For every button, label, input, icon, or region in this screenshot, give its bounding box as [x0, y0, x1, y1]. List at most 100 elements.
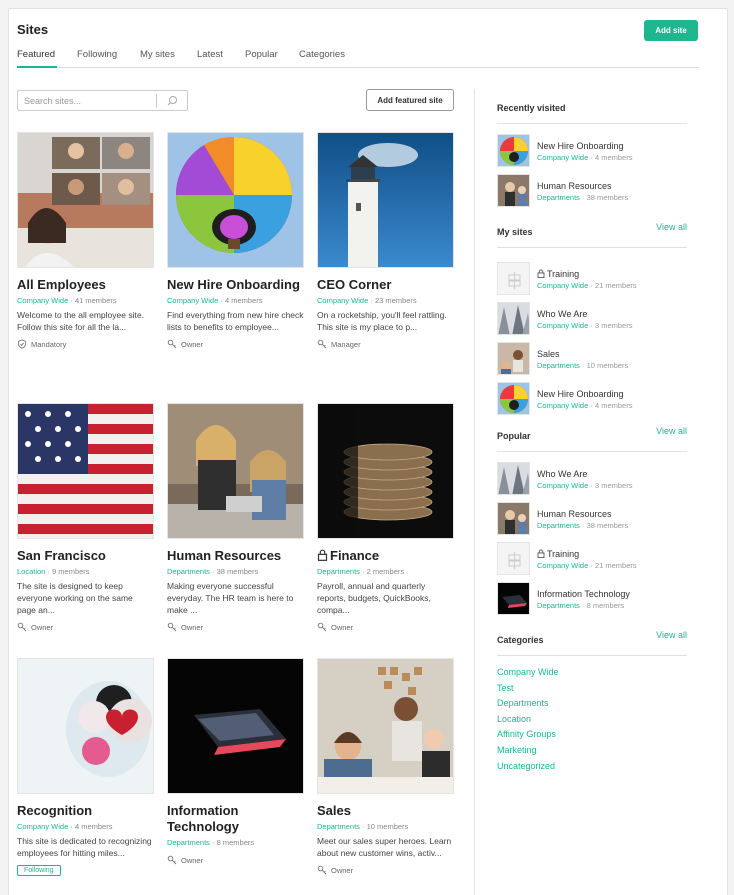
view-all-link[interactable]: View all: [656, 630, 687, 640]
site-card-finance[interactable]: Finance Departments · 2 members Payroll,…: [317, 403, 454, 632]
site-members: 9 members: [52, 567, 90, 576]
site-card-ceo-corner[interactable]: CEO Corner Company Wide · 23 members On …: [317, 132, 454, 349]
site-item-category[interactable]: Departments: [537, 601, 580, 610]
search-divider: [156, 94, 157, 108]
site-item-name[interactable]: Information Technology: [537, 589, 630, 599]
site-item-meta: Departments · 8 members: [537, 601, 625, 610]
site-members: 4 members: [74, 822, 113, 831]
following-badge[interactable]: Following: [17, 865, 61, 876]
site-card-human-resources[interactable]: Human Resources Departments · 38 members…: [167, 403, 304, 632]
site-image-video-call: [17, 132, 154, 268]
site-item-category[interactable]: Departments: [537, 361, 580, 370]
site-card-new-hire-onboarding[interactable]: New Hire Onboarding Company Wide · 4 mem…: [167, 132, 304, 349]
search-input[interactable]: Search sites...: [17, 90, 188, 111]
site-meta: Departments · 10 members: [317, 822, 409, 831]
site-card-recognition[interactable]: Recognition Company Wide · 4 members Thi…: [17, 658, 154, 877]
site-category[interactable]: Departments: [317, 567, 360, 576]
site-list-item[interactable]: New Hire Onboarding Company Wide · 4 mem…: [497, 134, 687, 174]
site-members: 8 members: [216, 838, 255, 847]
site-item-name[interactable]: Who We Are: [537, 469, 587, 479]
site-list-item[interactable]: Training Company Wide · 21 members: [497, 262, 687, 302]
site-name[interactable]: CEO Corner: [317, 277, 454, 293]
search-placeholder: Search sites...: [24, 96, 82, 106]
site-role-label: Owner: [181, 622, 204, 632]
site-name[interactable]: Human Resources: [167, 548, 304, 564]
section-rule: [497, 451, 687, 452]
tab-following[interactable]: Following: [77, 49, 117, 60]
site-name[interactable]: San Francisco: [17, 548, 154, 564]
site-name[interactable]: All Employees: [17, 277, 154, 293]
site-item-meta: Company Wide · 3 members: [537, 321, 633, 330]
site-list-item[interactable]: Sales Departments · 10 members: [497, 342, 687, 382]
site-item-name-text: Training: [547, 269, 580, 279]
site-card-san-francisco[interactable]: San Francisco Location · 9 members The s…: [17, 403, 154, 632]
add-site-button[interactable]: Add site: [644, 20, 698, 41]
site-category[interactable]: Departments: [167, 838, 210, 847]
site-item-category[interactable]: Company Wide: [537, 401, 588, 410]
tab-categories[interactable]: Categories: [299, 49, 345, 60]
tab-latest[interactable]: Latest: [197, 49, 223, 60]
site-item-category[interactable]: Company Wide: [537, 481, 588, 490]
category-link[interactable]: Test: [497, 683, 687, 699]
site-item-category[interactable]: Departments: [537, 521, 580, 530]
view-all-link[interactable]: View all: [656, 222, 687, 232]
site-item-category[interactable]: Company Wide: [537, 321, 588, 330]
site-category[interactable]: Departments: [317, 822, 360, 831]
site-name[interactable]: New Hire Onboarding: [167, 277, 304, 293]
site-name[interactable]: Sales: [317, 803, 454, 819]
category-link[interactable]: Uncategorized: [497, 761, 687, 777]
site-name[interactable]: Recognition: [17, 803, 154, 819]
site-item-name[interactable]: Who We Are: [537, 309, 587, 319]
site-item-category[interactable]: Company Wide: [537, 153, 588, 162]
recently-visited-section: Recently visited New Hire Onboarding Com…: [497, 98, 687, 214]
site-item-members: 21 members: [594, 561, 637, 570]
site-item-name[interactable]: Human Resources: [537, 509, 612, 519]
site-meta: Company Wide · 23 members: [317, 296, 417, 305]
site-category[interactable]: Company Wide: [167, 296, 218, 305]
site-item-name[interactable]: Training: [537, 549, 579, 559]
site-list-item[interactable]: New Hire Onboarding Company Wide · 4 mem…: [497, 382, 687, 422]
add-featured-site-button[interactable]: Add featured site: [366, 89, 454, 111]
category-link[interactable]: Departments: [497, 698, 687, 714]
site-item-name[interactable]: Sales: [537, 349, 560, 359]
site-list-item[interactable]: Human Resources Departments · 38 members: [497, 174, 687, 214]
category-link[interactable]: Company Wide: [497, 667, 687, 683]
site-category[interactable]: Company Wide: [17, 822, 68, 831]
site-name[interactable]: Finance: [317, 548, 454, 564]
site-card-all-employees[interactable]: All Employees Company Wide · 41 members …: [17, 132, 154, 349]
lock-icon: [537, 269, 545, 278]
category-link[interactable]: Location: [497, 714, 687, 730]
tab-featured[interactable]: Featured: [17, 49, 55, 60]
site-card-information-technology[interactable]: Information Technology Departments · 8 m…: [167, 658, 304, 865]
site-item-name[interactable]: Human Resources: [537, 181, 612, 191]
site-item-category[interactable]: Company Wide: [537, 561, 588, 570]
category-link[interactable]: Affinity Groups: [497, 729, 687, 745]
site-item-category[interactable]: Company Wide: [537, 281, 588, 290]
site-image-hot-air-balloon: [167, 132, 304, 268]
site-category[interactable]: Company Wide: [317, 296, 368, 305]
site-category[interactable]: Location: [17, 567, 45, 576]
shield-check-icon: [18, 339, 26, 349]
site-item-category[interactable]: Departments: [537, 193, 580, 202]
site-category[interactable]: Company Wide: [17, 296, 68, 305]
tab-popular[interactable]: Popular: [245, 49, 278, 60]
site-item-name[interactable]: New Hire Onboarding: [537, 389, 624, 399]
site-item-meta: Departments · 10 members: [537, 361, 629, 370]
site-list-item[interactable]: Training Company Wide · 21 members: [497, 542, 687, 582]
view-all-link[interactable]: View all: [656, 426, 687, 436]
site-list-item[interactable]: Information Technology Departments · 8 m…: [497, 582, 687, 622]
site-image-lighthouse: [317, 132, 454, 268]
site-item-name[interactable]: New Hire Onboarding: [537, 141, 624, 151]
tab-my-sites[interactable]: My sites: [140, 49, 175, 60]
site-name[interactable]: Information Technology: [167, 803, 304, 835]
site-list-item[interactable]: Human Resources Departments · 38 members: [497, 502, 687, 542]
search-icon[interactable]: [165, 94, 179, 108]
category-link[interactable]: Marketing: [497, 745, 687, 761]
site-item-name[interactable]: Training: [537, 269, 579, 279]
site-category[interactable]: Departments: [167, 567, 210, 576]
site-list-item[interactable]: Who We Are Company Wide · 3 members: [497, 462, 687, 502]
site-role: Owner: [317, 865, 454, 875]
site-card-sales[interactable]: Sales Departments · 10 members Meet our …: [317, 658, 454, 875]
site-list-item[interactable]: Who We Are Company Wide · 3 members: [497, 302, 687, 342]
site-description: Find everything from new hire check list…: [167, 310, 304, 332]
